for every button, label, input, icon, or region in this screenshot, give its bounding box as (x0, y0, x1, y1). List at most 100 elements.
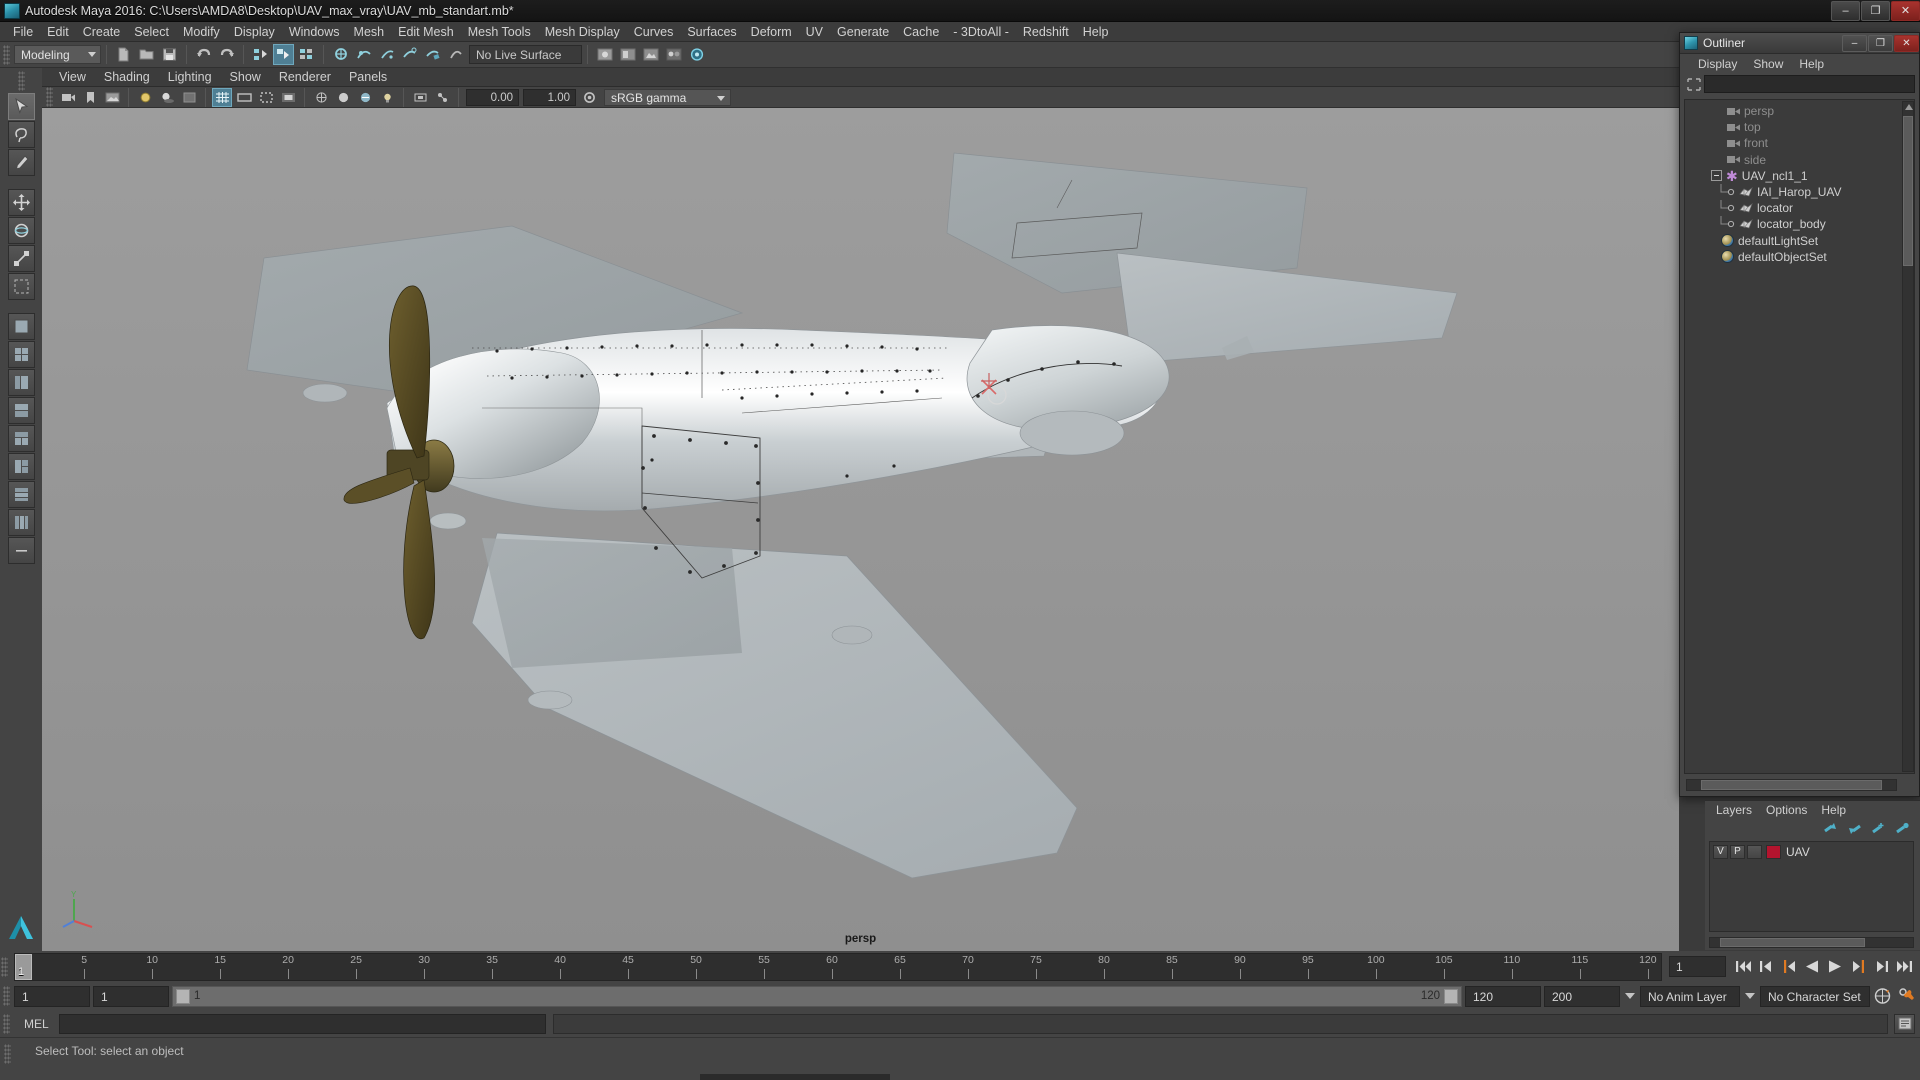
two-sided-lighting-icon[interactable] (135, 88, 155, 107)
live-surface-field[interactable]: No Live Surface (469, 45, 582, 64)
outliner-item-persp[interactable]: persp (1685, 103, 1914, 119)
outliner-item-top[interactable]: top (1685, 119, 1914, 135)
maximize-button[interactable]: ❐ (1861, 0, 1890, 21)
current-time-indicator[interactable]: 1 (15, 953, 32, 980)
command-line-grip[interactable] (3, 1013, 10, 1034)
menu-cache[interactable]: Cache (896, 22, 946, 42)
create-layer-from-selected-icon[interactable] (1895, 822, 1910, 835)
render-view-icon[interactable] (686, 44, 707, 65)
outliner-item-uav-ncl1-1[interactable]: ✱ UAV_ncl1_1 (1685, 168, 1914, 184)
panel-menu-show[interactable]: Show (221, 70, 270, 84)
panel-menu-lighting[interactable]: Lighting (159, 70, 221, 84)
menu-uv[interactable]: UV (799, 22, 830, 42)
outliner-item-side[interactable]: side (1685, 152, 1914, 168)
redo-icon[interactable] (216, 44, 237, 65)
menu-file[interactable]: File (6, 22, 40, 42)
outliner-vertical-scrollbar[interactable] (1902, 101, 1914, 772)
color-management-toggle-icon[interactable] (579, 88, 599, 107)
undo-icon[interactable] (193, 44, 214, 65)
menu-help[interactable]: Help (1076, 22, 1116, 42)
move-layer-down-icon[interactable] (1847, 822, 1862, 835)
scale-tool[interactable] (7, 245, 35, 272)
outliner-tree[interactable]: persp top front side ✱ UAV_ncl1_1 IAI_Harop_UA… (1684, 99, 1915, 774)
menu-edit[interactable]: Edit (40, 22, 76, 42)
outliner-horizontal-scrollbar[interactable] (1686, 779, 1897, 791)
outliner-close-button[interactable]: ✕ (1894, 34, 1919, 52)
save-scene-icon[interactable] (159, 44, 180, 65)
outliner-menu-display[interactable]: Display (1690, 57, 1745, 71)
toolbox-grip[interactable] (17, 71, 25, 91)
panel-menu-shading[interactable]: Shading (95, 70, 159, 84)
panel-menu-view[interactable]: View (50, 70, 95, 84)
outliner-search-input[interactable] (1704, 75, 1915, 93)
xray-icon[interactable] (179, 88, 199, 107)
layer-list-scrollbar[interactable] (1709, 937, 1914, 948)
range-slider-grip[interactable] (3, 986, 10, 1006)
play-forwards-icon[interactable] (1825, 956, 1845, 978)
hypershade-persp-layout[interactable] (7, 425, 35, 452)
layer-menu-options[interactable]: Options (1759, 803, 1814, 817)
select-tool[interactable] (7, 93, 35, 120)
anim-layer-selector[interactable]: No Anim Layer (1640, 985, 1740, 1007)
layer-menu-help[interactable]: Help (1814, 803, 1853, 817)
animation-start-field[interactable]: 1 (14, 985, 90, 1007)
outliner-menu-show[interactable]: Show (1745, 57, 1791, 71)
xray-joints-icon[interactable] (432, 88, 452, 107)
filter-icon[interactable] (1684, 75, 1704, 93)
shadows-icon[interactable] (157, 88, 177, 107)
smooth-shade-icon[interactable] (333, 88, 353, 107)
toolbar-grip[interactable] (3, 44, 10, 65)
outliner-item-defaultlightset[interactable]: defaultLightSet (1685, 233, 1914, 249)
wireframe-icon[interactable] (311, 88, 331, 107)
current-frame-field[interactable]: 1 (1669, 956, 1726, 977)
move-layer-up-icon[interactable] (1823, 822, 1838, 835)
scroll-thumb[interactable] (1701, 780, 1882, 790)
menu-windows[interactable]: Windows (282, 22, 347, 42)
make-live-icon[interactable] (445, 44, 466, 65)
snap-to-curve-icon[interactable] (353, 44, 374, 65)
outliner-menu-help[interactable]: Help (1791, 57, 1832, 71)
step-back-key-icon[interactable] (1779, 956, 1799, 978)
menu-redshift[interactable]: Redshift (1016, 22, 1076, 42)
menu-surfaces[interactable]: Surfaces (680, 22, 743, 42)
select-by-hierarchy-icon[interactable] (250, 44, 271, 65)
menu-select[interactable]: Select (127, 22, 176, 42)
render-settings-icon[interactable] (640, 44, 661, 65)
paint-select-tool[interactable] (7, 149, 35, 176)
minimize-button[interactable]: – (1831, 0, 1860, 21)
range-bar[interactable]: 1 120 (172, 985, 1462, 1007)
outliner-item-defaultobjectset[interactable]: defaultObjectSet (1685, 249, 1914, 265)
textured-icon[interactable] (355, 88, 375, 107)
menu-generate[interactable]: Generate (830, 22, 896, 42)
range-end-field[interactable]: 120 (1465, 985, 1541, 1007)
step-back-frame-icon[interactable] (1756, 956, 1776, 978)
snap-to-point-icon[interactable] (376, 44, 397, 65)
close-button[interactable]: ✕ (1891, 0, 1920, 21)
scroll-thumb[interactable] (1903, 116, 1913, 266)
script-editor-icon[interactable] (1894, 1013, 1915, 1034)
move-tool[interactable] (7, 189, 35, 216)
menu-mesh-display[interactable]: Mesh Display (538, 22, 627, 42)
rotate-tool[interactable] (7, 217, 35, 244)
panel-menu-renderer[interactable]: Renderer (270, 70, 340, 84)
color-management-selector[interactable]: sRGB gamma (604, 88, 731, 106)
layer-row[interactable]: V P UAV (1710, 842, 1913, 859)
create-new-layer-icon[interactable] (1871, 822, 1886, 835)
menu-deform[interactable]: Deform (744, 22, 799, 42)
lasso-tool[interactable] (7, 121, 35, 148)
chevron-down-icon[interactable] (1745, 993, 1755, 999)
character-set-selector[interactable]: No Character Set (1760, 985, 1870, 1007)
select-by-object-icon[interactable] (273, 44, 294, 65)
outliner-persp-layout[interactable] (7, 369, 35, 396)
new-scene-icon[interactable] (113, 44, 134, 65)
film-gate-icon[interactable] (234, 88, 254, 107)
chevron-down-icon[interactable] (1625, 993, 1635, 999)
time-slider-track[interactable]: 1 5 10 15 20 25 30 35 40 45 50 55 60 65 70 75 80 85 90 95 1… (14, 952, 1662, 981)
gamma-field[interactable]: 1.00 (523, 88, 576, 106)
hypershade-icon[interactable] (663, 44, 684, 65)
perspective-viewport[interactable]: Y persp (42, 108, 1679, 951)
outliner-minimize-button[interactable]: – (1842, 34, 1867, 52)
step-forward-key-icon[interactable] (1848, 956, 1868, 978)
menu-edit-mesh[interactable]: Edit Mesh (391, 22, 461, 42)
menu-create[interactable]: Create (76, 22, 128, 42)
